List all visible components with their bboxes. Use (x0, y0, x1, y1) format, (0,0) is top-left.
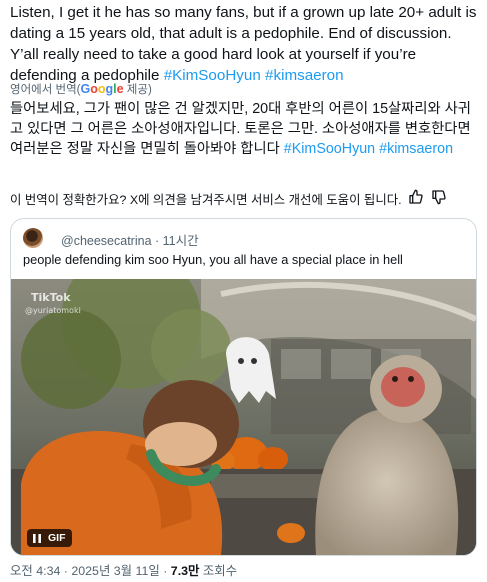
hashtag-kimsaeron[interactable]: #kimsaeron (265, 67, 344, 84)
meta-separator: · (159, 564, 171, 578)
translation-feedback-question: 이 번역이 정확한가요? X에 의견을 남겨주시면 서비스 개선에 도움이 됩니… (10, 193, 402, 207)
pause-icon[interactable] (33, 533, 41, 543)
translated-hashtag-kimsoohyun[interactable]: #KimSooHyun (284, 141, 375, 157)
header-separator: · (151, 234, 163, 248)
quoted-tweet-handle[interactable]: @cheesecatrina (61, 234, 152, 248)
thumbs-down-icon[interactable] (431, 189, 447, 205)
post-date[interactable]: 2025년 3월 11일 (71, 564, 159, 578)
quoted-tweet-time[interactable]: 11시간 (163, 234, 199, 248)
view-count: 7.3만 (170, 564, 200, 578)
translation-credit-prefix: 영어에서 번역( (10, 84, 81, 96)
tiktok-watermark: TikTok (31, 291, 71, 304)
gif-frame-illustration: TikTok @yuriatomoki (11, 279, 476, 555)
post-time[interactable]: 오전 4:34 (10, 564, 60, 578)
hashtag-kimsoohyun[interactable]: #KimSooHyun (164, 67, 261, 84)
thumbs-up-icon[interactable] (408, 189, 424, 205)
view-count-label: 조회수 (199, 564, 238, 578)
translation-credit-suffix: 제공) (123, 84, 152, 96)
tiktok-watermark-user: @yuriatomoki (25, 306, 81, 315)
translated-text: 들어보세요, 그가 팬이 많은 건 알겠지만, 20대 후반의 어른이 15살짜… (10, 99, 480, 159)
gif-media[interactable]: TikTok @yuriatomoki GIF (11, 279, 476, 555)
translation-credit: 영어에서 번역(Google 제공) (10, 81, 152, 97)
gif-badge[interactable]: GIF (27, 529, 72, 547)
quoted-tweet[interactable]: @cheesecatrina · 11시간 people defending k… (10, 218, 477, 556)
translated-hashtag-kimsaeron[interactable]: #kimsaeron (379, 141, 453, 157)
avatar[interactable] (23, 228, 43, 248)
tweet-timestamp: 오전 4:34 · 2025년 3월 11일 · 7.3만 조회수 (10, 561, 237, 579)
google-logo[interactable]: Google (81, 82, 124, 96)
quoted-tweet-header: @cheesecatrina · 11시간 (61, 230, 199, 249)
quoted-tweet-text: people defending kim soo Hyun, you all h… (23, 252, 403, 267)
tweet-text: Listen, I get it he has so many fans, bu… (10, 2, 480, 86)
gif-label: GIF (48, 532, 66, 544)
meta-separator: · (60, 564, 72, 578)
